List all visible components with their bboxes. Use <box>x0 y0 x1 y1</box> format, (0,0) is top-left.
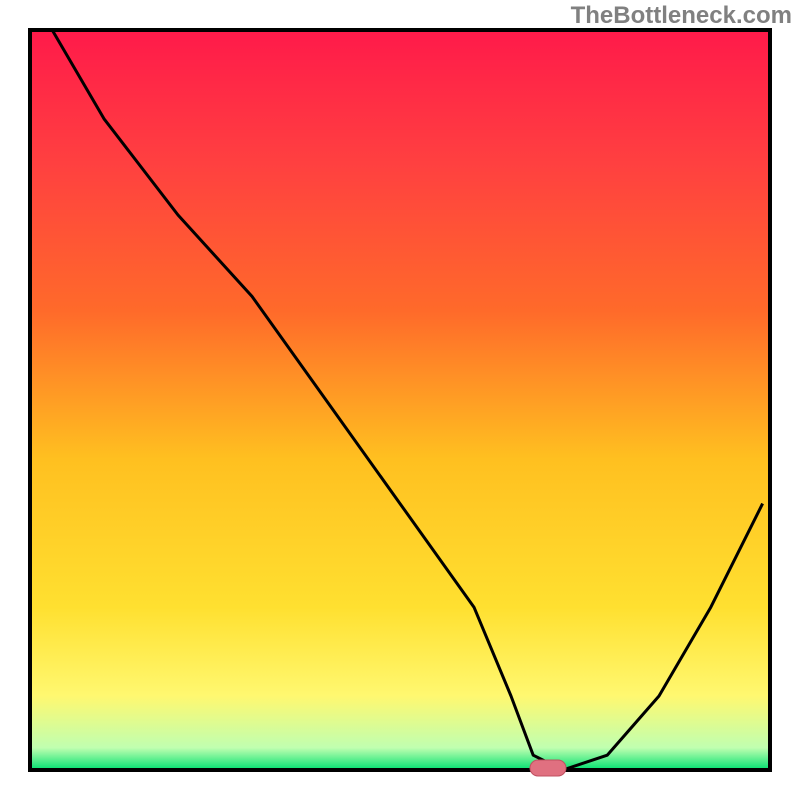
watermark-text: TheBottleneck.com <box>571 2 792 30</box>
chart-container: TheBottleneck.com <box>0 0 800 800</box>
optimal-marker <box>530 760 566 776</box>
bottleneck-chart <box>0 0 800 800</box>
plot-background <box>30 30 770 770</box>
